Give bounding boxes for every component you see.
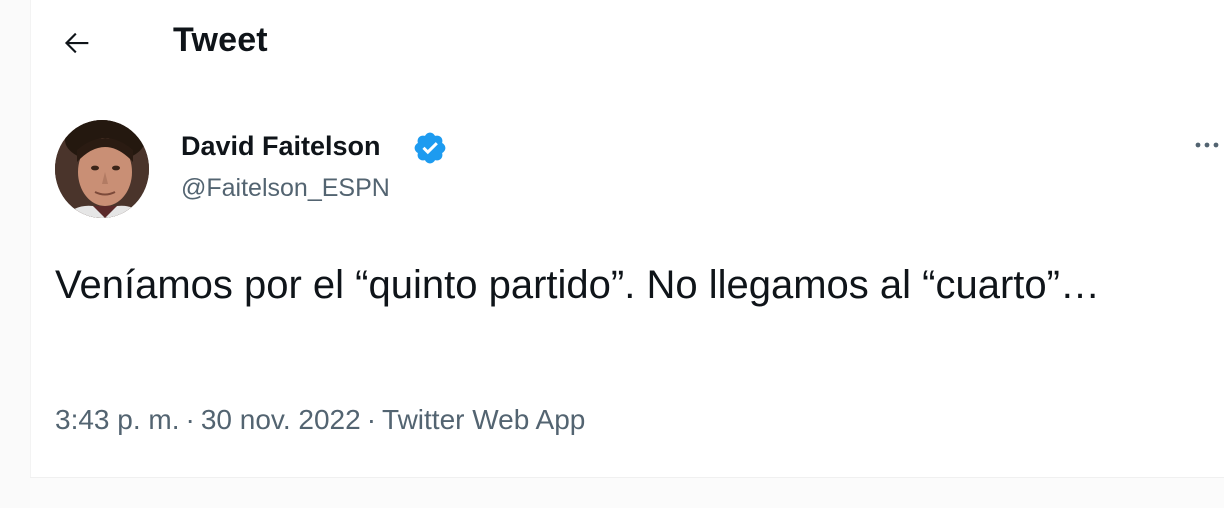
left-column-edge <box>0 0 31 508</box>
meta-separator: · <box>185 404 195 435</box>
tweet-text: Veníamos por el “quinto partido”. No lle… <box>55 263 1100 307</box>
page-title: Tweet <box>173 21 268 59</box>
back-button[interactable] <box>56 22 98 64</box>
tweet-page: Tweet David Faitelson @Faitelson_ESPN Ve… <box>0 0 1224 508</box>
verified-badge-icon <box>414 132 446 164</box>
tweet-metadata: 3:43 p. m. · 30 nov. 2022 · Twitter Web App <box>55 404 585 436</box>
avatar-image <box>55 120 149 218</box>
more-options-button[interactable] <box>1188 127 1224 163</box>
author-name[interactable]: David Faitelson <box>181 131 381 162</box>
arrow-left-icon <box>64 32 89 54</box>
meta-separator: · <box>366 404 377 435</box>
tweet-time[interactable]: 3:43 p. m. <box>55 404 180 435</box>
author-handle[interactable]: @Faitelson_ESPN <box>181 174 390 203</box>
more-horizontal-icon <box>1195 142 1219 148</box>
tweet-author: David Faitelson @Faitelson_ESPN <box>55 118 1224 228</box>
avatar[interactable] <box>55 120 149 218</box>
tweet-date[interactable]: 30 nov. 2022 <box>201 404 361 435</box>
bottom-divider <box>30 477 1224 508</box>
tweet-source: Twitter Web App <box>382 404 586 435</box>
page-header: Tweet <box>30 0 1224 86</box>
